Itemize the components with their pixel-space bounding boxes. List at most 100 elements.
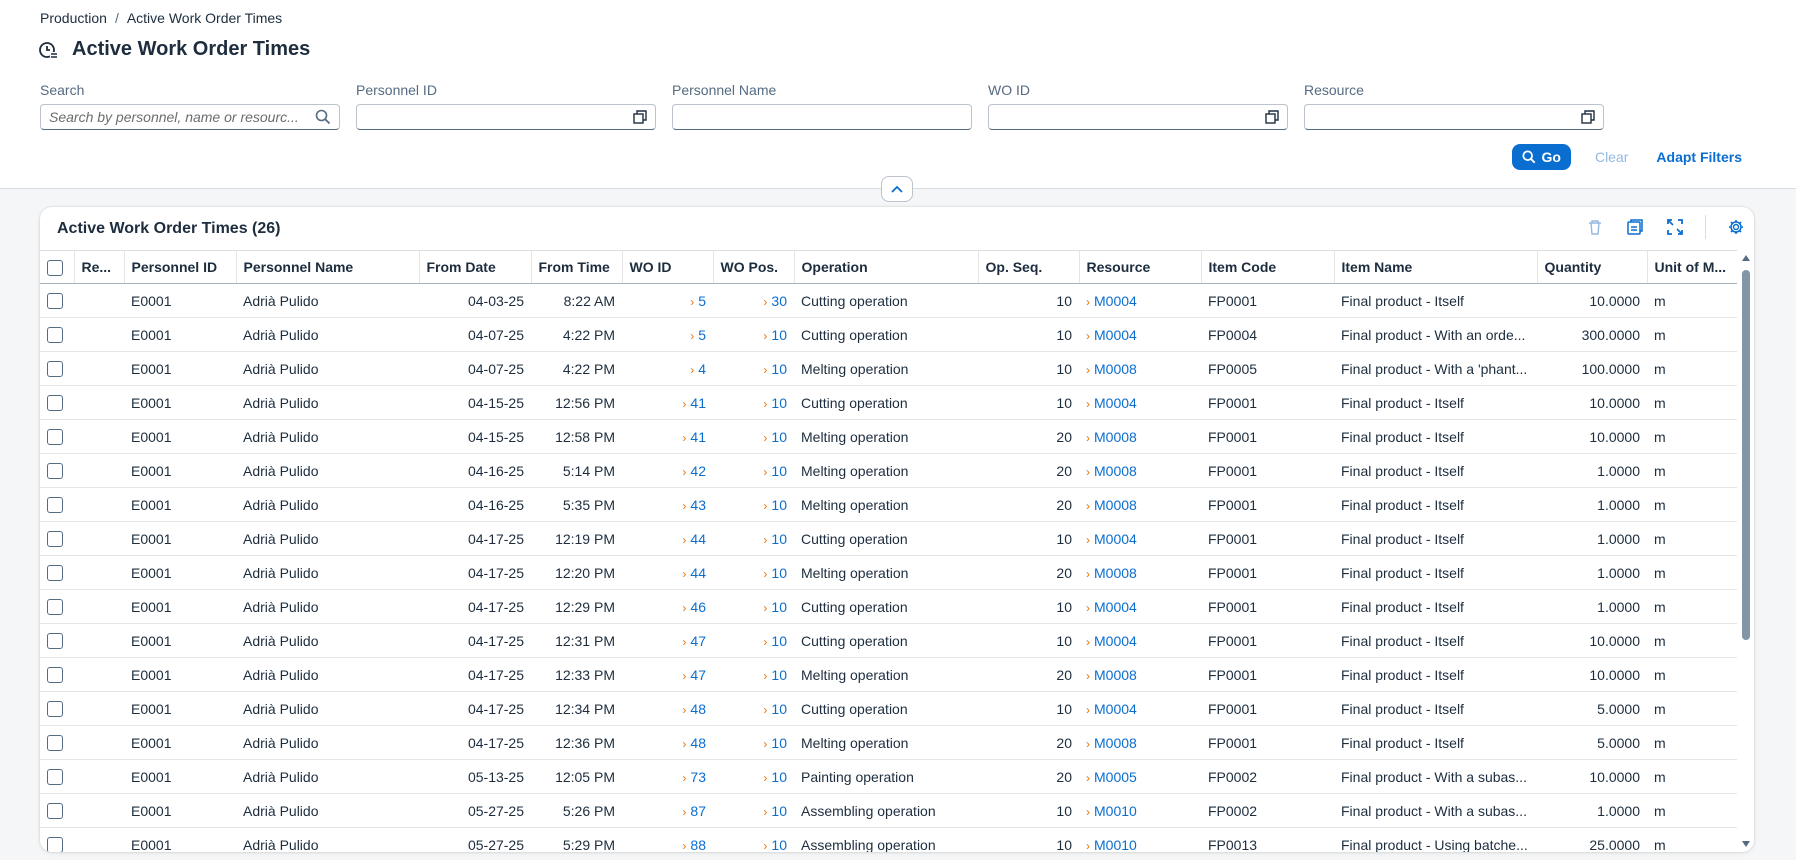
cell-wo-id-link[interactable]: 88 — [690, 837, 706, 853]
cell-resource-link[interactable]: M0008 — [1094, 429, 1137, 445]
cell-wo-id-link[interactable]: 47 — [690, 667, 706, 683]
personnel-id-input[interactable] — [356, 104, 656, 130]
cell-wo-id-link[interactable]: 5 — [698, 293, 706, 309]
cell-resource-link[interactable]: M0004 — [1094, 701, 1137, 717]
row-checkbox[interactable] — [47, 497, 63, 514]
table-row[interactable]: E0001 Adrià Pulido 04-15-25 12:58 PM › 41 › 10 M… — [40, 419, 1737, 454]
cell-wo-pos-link[interactable]: 10 — [771, 327, 787, 343]
cell-resource-link[interactable]: M0008 — [1094, 361, 1137, 377]
cell-wo-id-link[interactable]: 44 — [690, 531, 706, 547]
personnel-name-input[interactable] — [672, 104, 972, 130]
cell-resource-link[interactable]: M0004 — [1094, 395, 1137, 411]
clear-button[interactable]: Clear — [1587, 149, 1636, 165]
cell-resource-link[interactable]: M0004 — [1094, 327, 1137, 343]
table-row[interactable]: E0001 Adrià Pulido 04-17-25 12:31 PM › 47 › 10 C… — [40, 623, 1737, 658]
search-input[interactable]: Search by personnel, name or resourc... — [40, 104, 340, 130]
column-header[interactable]: Re... — [74, 250, 125, 284]
wo-id-input[interactable] — [988, 104, 1288, 130]
cell-resource-link[interactable]: M0008 — [1094, 735, 1137, 751]
cell-wo-id-link[interactable]: 5 — [698, 327, 706, 343]
table-row[interactable]: E0001 Adrià Pulido 04-17-25 12:19 PM › 44 › 10 C… — [40, 521, 1737, 556]
cell-wo-pos-link[interactable]: 10 — [771, 769, 787, 785]
breadcrumb-parent[interactable]: Production — [40, 10, 107, 26]
cell-wo-pos-link[interactable]: 30 — [771, 293, 787, 309]
value-help-icon[interactable] — [1581, 110, 1595, 124]
row-checkbox[interactable] — [47, 361, 63, 378]
row-checkbox[interactable] — [47, 735, 63, 752]
cell-resource-link[interactable]: M0004 — [1094, 633, 1137, 649]
cell-wo-id-link[interactable]: 47 — [690, 633, 706, 649]
cell-resource-link[interactable]: M0008 — [1094, 463, 1137, 479]
scroll-up-icon[interactable] — [1742, 255, 1750, 261]
cell-wo-id-link[interactable]: 48 — [690, 701, 706, 717]
column-header[interactable]: Resource — [1079, 250, 1202, 284]
cell-wo-pos-link[interactable]: 10 — [771, 599, 787, 615]
table-row[interactable]: E0001 Adrià Pulido 04-17-25 12:33 PM › 47 › 10 M… — [40, 657, 1737, 692]
cell-wo-pos-link[interactable]: 10 — [771, 463, 787, 479]
cell-resource-link[interactable]: M0004 — [1094, 599, 1137, 615]
cell-wo-pos-link[interactable]: 10 — [771, 803, 787, 819]
row-checkbox[interactable] — [47, 429, 63, 446]
value-help-icon[interactable] — [633, 110, 647, 124]
cell-resource-link[interactable]: M0004 — [1094, 531, 1137, 547]
column-header[interactable]: Personnel ID — [124, 250, 237, 284]
select-all-checkbox[interactable] — [47, 259, 63, 276]
cell-wo-pos-link[interactable]: 10 — [771, 667, 787, 683]
table-row[interactable]: E0001 Adrià Pulido 05-27-25 5:29 PM › 88 › 10 As… — [40, 827, 1737, 853]
column-header[interactable]: WO ID — [622, 250, 714, 284]
row-checkbox[interactable] — [47, 803, 63, 820]
table-row[interactable]: E0001 Adrià Pulido 04-17-25 12:20 PM › 44 › 10 M… — [40, 555, 1737, 590]
cell-wo-id-link[interactable]: 48 — [690, 735, 706, 751]
row-checkbox[interactable] — [47, 667, 63, 684]
cell-wo-id-link[interactable]: 43 — [690, 497, 706, 513]
row-checkbox[interactable] — [47, 565, 63, 582]
cell-wo-id-link[interactable]: 44 — [690, 565, 706, 581]
cell-resource-link[interactable]: M0005 — [1094, 769, 1137, 785]
delete-button[interactable] — [1585, 217, 1605, 237]
column-header[interactable]: Item Name — [1334, 250, 1538, 284]
row-checkbox[interactable] — [47, 293, 63, 310]
cell-resource-link[interactable]: M0010 — [1094, 803, 1137, 819]
table-row[interactable]: E0001 Adrià Pulido 04-07-25 4:22 PM › 4 › 10 Mel… — [40, 351, 1737, 386]
column-header[interactable]: Op. Seq. — [978, 250, 1080, 284]
table-row[interactable]: E0001 Adrià Pulido 04-07-25 4:22 PM › 5 › 10 Cut… — [40, 317, 1737, 352]
column-header[interactable]: Unit of M... — [1647, 250, 1737, 284]
column-header[interactable]: Quantity — [1537, 250, 1648, 284]
cell-wo-id-link[interactable]: 42 — [690, 463, 706, 479]
column-header[interactable]: From Date — [419, 250, 532, 284]
row-checkbox[interactable] — [47, 701, 63, 718]
scrollbar-thumb[interactable] — [1742, 270, 1750, 640]
cell-wo-pos-link[interactable]: 10 — [771, 531, 787, 547]
cell-resource-link[interactable]: M0010 — [1094, 837, 1137, 853]
row-checkbox[interactable] — [47, 531, 63, 548]
settings-button[interactable] — [1726, 217, 1746, 237]
row-checkbox[interactable] — [47, 395, 63, 412]
cell-wo-pos-link[interactable]: 10 — [771, 837, 787, 853]
column-header[interactable]: From Time — [531, 250, 623, 284]
vertical-scrollbar[interactable] — [1737, 250, 1754, 852]
cell-wo-pos-link[interactable]: 10 — [771, 633, 787, 649]
cell-wo-pos-link[interactable]: 10 — [771, 361, 787, 377]
collapse-header-button[interactable] — [881, 176, 913, 202]
cell-wo-pos-link[interactable]: 10 — [771, 395, 787, 411]
scroll-down-icon[interactable] — [1742, 841, 1750, 847]
cell-wo-id-link[interactable]: 73 — [690, 769, 706, 785]
row-checkbox[interactable] — [47, 599, 63, 616]
cell-wo-pos-link[interactable]: 10 — [771, 565, 787, 581]
row-checkbox[interactable] — [47, 463, 63, 480]
cell-resource-link[interactable]: M0008 — [1094, 565, 1137, 581]
column-header[interactable]: Personnel Name — [236, 250, 420, 284]
go-button[interactable]: Go — [1511, 144, 1571, 170]
column-header[interactable]: WO Pos. — [713, 250, 795, 284]
row-checkbox[interactable] — [47, 837, 63, 852]
adapt-filters-button[interactable]: Adapt Filters — [1652, 149, 1746, 165]
table-row[interactable]: E0001 Adrià Pulido 04-17-25 12:34 PM › 48 › 10 C… — [40, 691, 1737, 726]
cell-wo-id-link[interactable]: 41 — [690, 429, 706, 445]
cell-resource-link[interactable]: M0008 — [1094, 497, 1137, 513]
cell-wo-pos-link[interactable]: 10 — [771, 701, 787, 717]
fullscreen-button[interactable] — [1665, 217, 1685, 237]
cell-wo-pos-link[interactable]: 10 — [771, 735, 787, 751]
cell-wo-id-link[interactable]: 4 — [698, 361, 706, 377]
export-button[interactable] — [1625, 217, 1645, 237]
resource-input[interactable] — [1304, 104, 1604, 130]
